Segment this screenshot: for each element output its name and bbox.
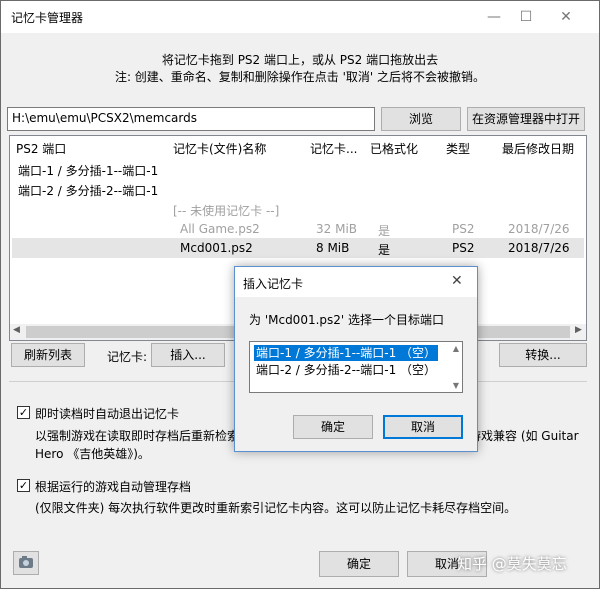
column-header-formatted[interactable]: 已格式化 <box>370 140 418 157</box>
column-header-date[interactable]: 最后修改日期 <box>502 140 574 157</box>
card-formatted: 是 <box>378 243 391 257</box>
maximize-icon[interactable]: ☐ <box>511 5 541 29</box>
auto-manage-label: 根据运行的游戏自动管理存档 <box>35 480 192 494</box>
auto-eject-desc: 以强制游戏在读取即时存档后重新检索记 <box>35 429 252 443</box>
convert-button[interactable]: 转换... <box>499 343 587 367</box>
scroll-right-icon[interactable]: ▶ <box>575 325 582 335</box>
folder-path-input[interactable]: H:\emu\emu\PCSX2\memcards <box>7 107 375 131</box>
scroll-down-icon[interactable]: ▼ <box>453 381 459 390</box>
card-name: All Game.ps2 <box>180 222 260 236</box>
instruction-line-2: 注: 创建、重命名、复制和删除操作在点击 '取消' 之后将不会被撤销。 <box>114 70 486 84</box>
card-label: 记忆卡: <box>107 350 148 364</box>
column-header-port[interactable]: PS2 端口 <box>16 140 66 157</box>
config-button[interactable] <box>13 551 39 575</box>
dialog-title-bar: 插入记忆卡 ✕ <box>235 267 477 297</box>
auto-eject-label: 即时读档时自动退出记忆卡 <box>35 407 180 421</box>
auto-eject-checkbox[interactable]: ✓ <box>17 406 30 419</box>
window-title: 记忆卡管理器 <box>11 11 84 25</box>
column-header-name[interactable]: 记忆卡(文件)名称 <box>173 140 266 157</box>
instruction-line-1: 将记忆卡拖到 PS2 端口上，或从 PS2 端口拖放出去 <box>161 53 439 67</box>
table-row[interactable]: Mcd001.ps2 8 MiB 是 PS2 2018/7/26 <box>12 238 584 258</box>
port-option-2[interactable]: 端口-2 / 多分插-2--端口-1 （空） <box>254 362 438 378</box>
card-type: PS2 <box>452 222 475 236</box>
dialog-cancel-button[interactable]: 取消 <box>383 415 463 439</box>
card-name: Mcd001.ps2 <box>180 241 253 255</box>
card-date: 2018/7/26 <box>508 241 570 255</box>
card-formatted: 是 <box>378 224 391 238</box>
insert-button[interactable]: 插入... <box>151 343 225 367</box>
card-type: PS2 <box>452 241 475 255</box>
port-option-1[interactable]: 端口-1 / 多分插-1--端口-1 （空） <box>254 345 439 361</box>
unused-cards-label: [-- 未使用记忆卡 --] <box>173 204 280 218</box>
config-icon <box>19 556 33 568</box>
close-icon[interactable]: ✕ <box>551 5 581 29</box>
dialog-prompt: 为 'Mcd001.ps2' 选择一个目标端口 <box>249 313 445 327</box>
column-header-type[interactable]: 类型 <box>446 140 470 157</box>
auto-eject-desc-line2: Hero 《吉他英雄》)。 <box>35 447 150 461</box>
browse-button[interactable]: 浏览 <box>381 107 461 131</box>
auto-manage-desc: (仅限文件夹) 每次执行软件更改时重新索引记忆卡内容。这可以防止记忆卡耗尽存档空… <box>35 501 517 515</box>
port-row-2[interactable]: 端口-2 / 多分插-2--端口-1 <box>18 182 158 199</box>
scroll-up-icon[interactable]: ▲ <box>453 344 459 353</box>
auto-manage-checkbox[interactable]: ✓ <box>17 479 30 492</box>
port-row-1[interactable]: 端口-1 / 多分插-1--端口-1 <box>18 162 158 179</box>
port-listbox[interactable]: 端口-1 / 多分插-1--端口-1 （空） 端口-2 / 多分插-2--端口-… <box>249 341 463 393</box>
open-in-explorer-button[interactable]: 在资源管理器中打开 <box>467 107 585 131</box>
scroll-left-icon[interactable]: ◀ <box>13 325 20 335</box>
ok-button[interactable]: 确定 <box>319 551 399 577</box>
title-bar: 记忆卡管理器 — ☐ ✕ <box>1 1 599 33</box>
card-date: 2018/7/26 <box>508 222 570 236</box>
watermark: 知乎 @莫失莫忘 <box>457 555 567 573</box>
dialog-title: 插入记忆卡 <box>243 277 304 291</box>
auto-eject-desc-right: 游戏兼容 (如 Guitar <box>469 429 579 443</box>
insert-card-dialog: 插入记忆卡 ✕ 为 'Mcd001.ps2' 选择一个目标端口 端口-1 / 多… <box>234 266 478 452</box>
card-size: 32 MiB <box>316 222 358 236</box>
column-header-size[interactable]: 记忆卡... <box>310 140 357 157</box>
card-size: 8 MiB <box>316 241 350 255</box>
dialog-ok-button[interactable]: 确定 <box>293 415 373 439</box>
close-icon[interactable]: ✕ <box>451 273 463 289</box>
refresh-list-button[interactable]: 刷新列表 <box>11 343 85 367</box>
minimize-icon[interactable]: — <box>479 5 509 29</box>
